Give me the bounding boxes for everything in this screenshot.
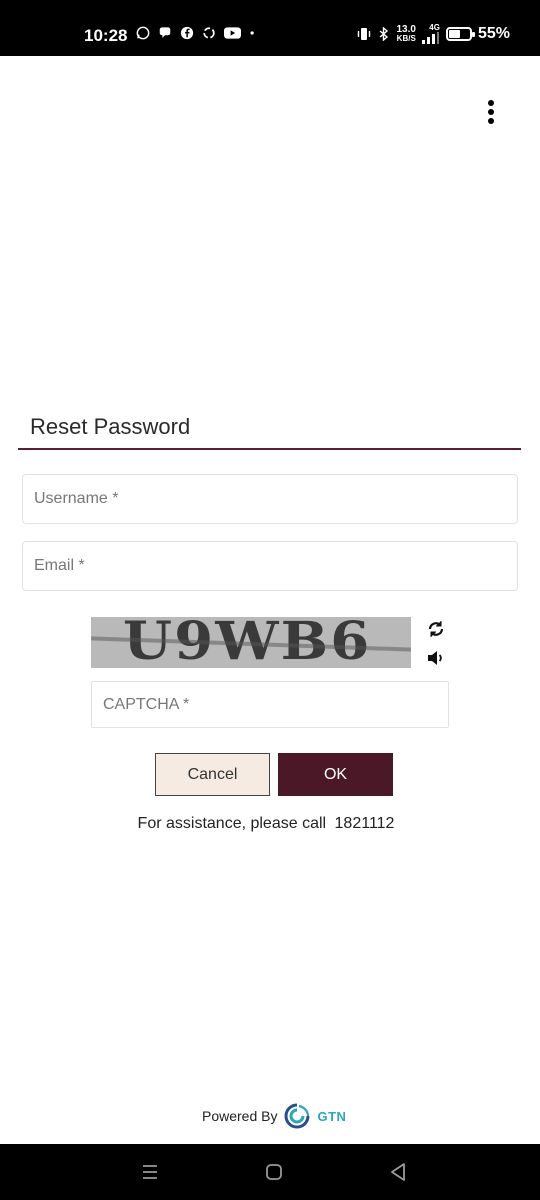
battery-icon	[445, 27, 475, 41]
cancel-button[interactable]: Cancel	[155, 753, 270, 796]
menu-dot	[488, 118, 494, 124]
powered-by: Powered By GTN	[202, 1102, 346, 1130]
captcha-field[interactable]: CAPTCHA *	[91, 681, 449, 728]
network-speed: 13.0 KB/S	[397, 25, 416, 43]
notification-icons	[136, 26, 259, 40]
network-type: 4G	[429, 23, 440, 32]
speaker-icon[interactable]	[427, 650, 445, 666]
username-field[interactable]: Username *	[22, 474, 518, 524]
home-icon[interactable]	[262, 1160, 286, 1184]
powered-by-label: Powered By	[202, 1108, 278, 1124]
youtube-icon	[224, 27, 241, 39]
recents-menu-icon[interactable]	[138, 1160, 162, 1184]
back-icon[interactable]	[386, 1160, 410, 1184]
network-speed-unit: KB/S	[396, 34, 416, 43]
email-placeholder: Email *	[34, 557, 85, 574]
gtn-brand: GTN	[317, 1108, 347, 1124]
captcha-placeholder: CAPTCHA *	[103, 695, 190, 713]
page-title: Reset Password	[30, 414, 191, 439]
battery-percent: 55%	[477, 25, 510, 42]
menu-dot	[488, 109, 494, 115]
email-field[interactable]: Email *	[22, 541, 518, 591]
captcha-image: U9WB6	[91, 617, 411, 668]
more-vertical-icon[interactable]	[480, 100, 502, 134]
menu-dot	[488, 100, 494, 106]
signal-icon	[421, 32, 439, 44]
whatsapp-icon	[136, 26, 150, 40]
username-placeholder: Username *	[34, 490, 119, 507]
bluetooth-icon	[379, 27, 388, 41]
facebook-icon	[180, 26, 194, 40]
system-status: 13.0 KB/S 4G 55%	[357, 23, 510, 44]
assistance-text: For assistance, please call 1821112	[0, 815, 532, 833]
status-time: 10:28	[84, 26, 128, 45]
system-nav-bar	[0, 1144, 540, 1200]
assistance-phone[interactable]: 1821112	[335, 815, 395, 832]
title-divider	[18, 448, 521, 450]
ok-button[interactable]: OK	[278, 753, 393, 796]
status-bar: 10:28 13.0 KB/S 4G 55%	[0, 0, 540, 56]
cancel-label: Cancel	[187, 765, 238, 783]
dot-icon	[250, 31, 254, 35]
gtn-logo-icon	[285, 1103, 310, 1129]
sync-icon	[203, 27, 215, 39]
refresh-icon[interactable]	[426, 620, 446, 638]
ok-label: OK	[323, 765, 348, 783]
assistance-label: For assistance, please call	[137, 815, 327, 832]
vibrate-icon	[357, 28, 370, 40]
signal-indicator: 4G	[421, 23, 440, 44]
chat-bubble-icon	[159, 27, 171, 38]
